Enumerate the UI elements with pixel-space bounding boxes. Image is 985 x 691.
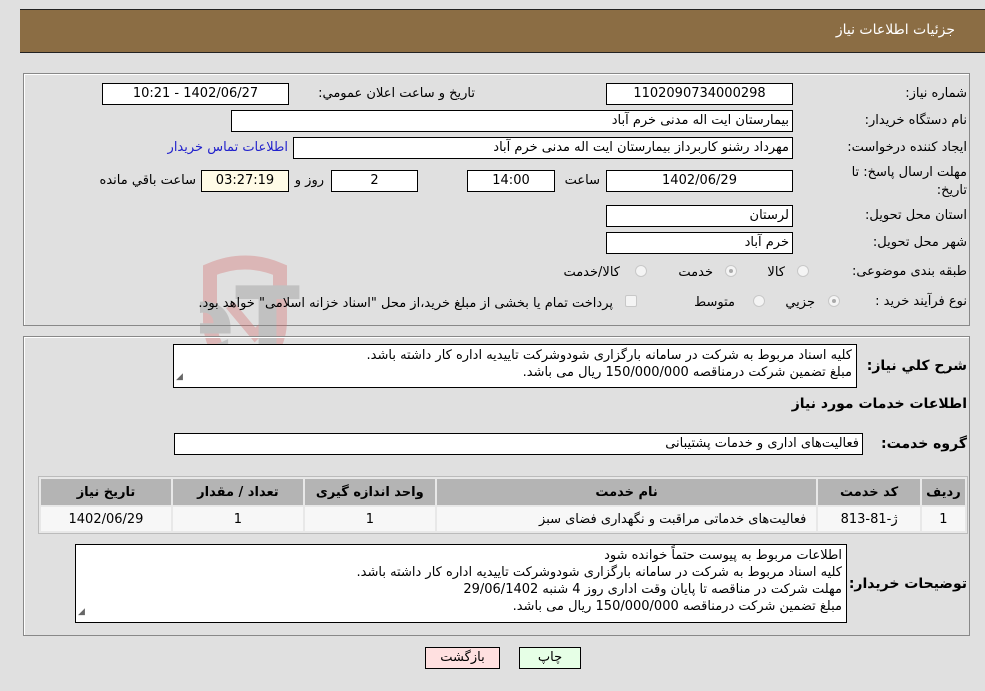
days-remaining-field: 2 [331, 170, 418, 192]
deadline-label-line1: مهلت ارسال پاسخ: تا [851, 165, 967, 180]
category-label: طبقه بندی موضوعی: [851, 264, 967, 279]
cell-row-number: 1 [921, 507, 965, 531]
buyer-notes-line-4: مبلغ تضمین شرکت درمناقصه 150/000/000 ریا… [512, 599, 842, 614]
col-header-service-code: کد خدمت [818, 479, 920, 505]
services-table: رديف کد خدمت نام خدمت واحد اندازه گيری ت… [38, 476, 968, 534]
category-radio-goods-service[interactable] [635, 265, 647, 277]
category-goods-service-label: کالا/خدمت [563, 265, 620, 280]
service-group-label: گروه خدمت: [881, 436, 967, 452]
creator-label: ایجاد کننده درخواست: [847, 140, 967, 155]
process-radio-minor[interactable] [828, 295, 840, 307]
deadline-date-field: 1402/06/29 [606, 170, 793, 192]
resize-handle-icon[interactable]: ◢ [176, 369, 183, 386]
back-button[interactable]: بازگشت [425, 647, 500, 669]
description-line-2: مبلغ تضمین شرکت درمناقصه 150/000/000 ریا… [522, 365, 852, 380]
category-service-label: خدمت [678, 265, 713, 280]
description-textarea[interactable]: کلیه اسناد مربوط به شرکت در سامانه بارگز… [173, 344, 857, 388]
service-group-field: فعالیت‌های اداری و خدمات پشتیبانی [174, 433, 863, 455]
buyer-notes-line-2: کلیه اسناد مربوط به شرکت در سامانه بارگز… [356, 565, 842, 580]
buyer-org-field: بیمارستان ایت اله مدنی خرم آباد [231, 110, 793, 132]
deadline-time-label: ساعت [564, 173, 600, 188]
treasury-checkbox-label: پرداخت تمام یا بخشی از مبلغ خرید،از محل … [198, 296, 613, 311]
buyer-notes-textarea[interactable]: اطلاعات مربوط به پیوست حتماً خوانده شود … [75, 544, 847, 623]
buyer-contact-link[interactable]: اطلاعات تماس خریدار [168, 140, 288, 155]
city-label: شهر محل تحویل: [872, 235, 967, 250]
remaining-time-field: 03:27:19 [201, 170, 289, 192]
table-row: 1 ژ-81-813 فعالیت‌های خدماتی مراقبت و نگ… [41, 507, 965, 531]
days-label: روز و [294, 173, 324, 188]
need-number-field: 1102090734000298 [606, 83, 793, 105]
creator-field: مهرداد رشنو کاربرداز بیمارستان ایت اله م… [293, 137, 793, 159]
page-title: جزئیات اطلاعات نیاز [835, 22, 955, 38]
cell-service-code: ژ-81-813 [818, 507, 920, 531]
process-type-label: نوع فرآیند خرید : [875, 294, 967, 309]
table-header-row: رديف کد خدمت نام خدمت واحد اندازه گيری ت… [41, 479, 965, 505]
cell-service-name: فعالیت‌های خدماتی مراقبت و نگهداری فضای … [436, 507, 817, 531]
page-header: جزئیات اطلاعات نیاز [20, 9, 985, 53]
resize-handle-icon[interactable]: ◢ [78, 604, 85, 621]
remaining-time-label: ساعت باقي مانده [99, 173, 196, 188]
cell-unit: 1 [304, 507, 435, 531]
need-number-label: شماره نیاز: [905, 86, 967, 101]
category-goods-label: کالا [767, 265, 785, 280]
buyer-org-label: نام دستگاه خریدار: [864, 113, 967, 128]
announce-datetime-field: 1402/06/27 - 10:21 [102, 83, 289, 105]
cell-need-date: 1402/06/29 [41, 507, 171, 531]
buyer-notes-line-3: مهلت شرکت در مناقصه تا پایان وقت اداری ر… [463, 582, 842, 597]
process-medium-label: متوسط [694, 295, 735, 310]
col-header-row-number: رديف [921, 479, 965, 505]
print-button[interactable]: چاپ [519, 647, 581, 669]
treasury-checkbox[interactable] [625, 295, 637, 307]
category-radio-goods[interactable] [797, 265, 809, 277]
description-line-1: کلیه اسناد مربوط به شرکت در سامانه بارگز… [366, 348, 852, 363]
services-section-title: اطلاعات خدمات مورد نياز [791, 396, 967, 412]
process-minor-label: جزيي [785, 295, 815, 310]
description-label: شرح کلي نياز: [866, 358, 967, 374]
col-header-unit: واحد اندازه گيری [304, 479, 435, 505]
city-field: خرم آباد [606, 232, 793, 254]
province-field: لرستان [606, 205, 793, 227]
buyer-notes-line-1: اطلاعات مربوط به پیوست حتماً خوانده شود [604, 548, 842, 563]
col-header-need-date: تاريخ نياز [41, 479, 171, 505]
col-header-service-name: نام خدمت [436, 479, 817, 505]
col-header-quantity: تعداد / مقدار [172, 479, 303, 505]
category-radio-service[interactable] [725, 265, 737, 277]
province-label: استان محل تحویل: [865, 208, 967, 223]
process-radio-medium[interactable] [753, 295, 765, 307]
deadline-time-field: 14:00 [467, 170, 555, 192]
deadline-label-line2: تاریخ: [936, 183, 967, 198]
announce-datetime-label: تاريخ و ساعت اعلان عمومي: [318, 86, 475, 101]
cell-quantity: 1 [172, 507, 303, 531]
buyer-notes-label: توضیحات خریدار: [848, 576, 967, 592]
